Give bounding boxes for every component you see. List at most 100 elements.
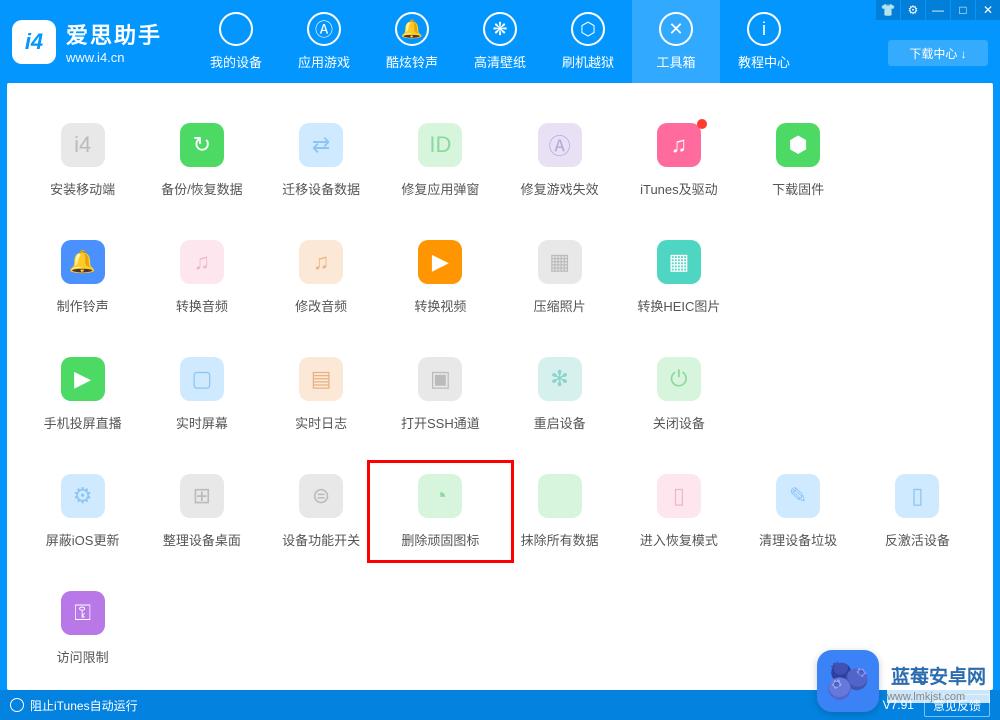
tool-删除顽固图标[interactable]: ◔ 删除顽固图标 <box>385 474 496 549</box>
nav-item-4[interactable]: ⬡刷机越狱 <box>544 0 632 83</box>
tool-制作铃声[interactable]: 🔔制作铃声 <box>27 240 138 315</box>
close-button[interactable]: ✕ <box>976 0 1000 20</box>
tool-icon: ◔ <box>418 474 462 518</box>
watermark-text: 蓝莓安卓网 <box>887 660 990 691</box>
nav-label: 教程中心 <box>738 52 790 71</box>
footer-left: 阻止iTunes自动运行 <box>10 697 138 714</box>
block-itunes-label[interactable]: 阻止iTunes自动运行 <box>30 697 138 714</box>
tool-icon: ↻ <box>180 123 224 167</box>
nav-icon: ✕ <box>659 12 693 46</box>
tool-进入恢复模式[interactable]: ▯ 进入恢复模式 <box>623 474 734 549</box>
header: i4 爱思助手 www.i4.cn 我的设备 Ⓐ应用游戏🔔酷炫铃声 ❋ 高清壁纸 ⬡刷机… <box>0 0 1000 83</box>
nav-item-5[interactable]: ✕ 工具箱 <box>632 0 720 83</box>
tool-设备功能开关[interactable]: ⊜设备功能开关 <box>266 474 377 549</box>
app-name: 爱思助手 <box>66 18 162 50</box>
tool-转换视频[interactable]: ▶转换视频 <box>385 240 496 315</box>
tool-grid: i4安装移动端 ↻ 备份/恢复数据 ⇄迁移设备数据ID修复应用弹窗Ⓐ修复游戏失效 ♫ iT… <box>27 123 973 666</box>
maximize-button[interactable]: □ <box>951 0 975 20</box>
nav-label: 我的设备 <box>210 52 262 71</box>
tool-安装移动端[interactable]: i4安装移动端 <box>27 123 138 198</box>
tool-icon: ▤ <box>299 357 343 401</box>
nav-label: 应用游戏 <box>298 52 350 71</box>
tool-icon: ⊞ <box>180 474 224 518</box>
tool-整理设备桌面[interactable]: ⊞ 整理设备桌面 <box>146 474 257 549</box>
tool-手机投屏直播[interactable]: ▶ 手机投屏直播 <box>27 357 138 432</box>
tool-label: 下载固件 <box>772 179 824 198</box>
tool-重启设备[interactable]: ✻重启设备 <box>504 357 615 432</box>
tool-抹除所有数据[interactable]: 抹除所有数据 <box>504 474 615 549</box>
download-center-button[interactable]: 下载中心 ↓ <box>888 40 988 66</box>
nav-icon: ❋ <box>483 12 517 46</box>
tool-label: iTunes及驱动 <box>640 179 718 198</box>
tool-访问限制[interactable]: ⚿ 访问限制 <box>27 591 138 666</box>
tool-屏蔽iOS更新[interactable]: ⚙屏蔽iOS更新 <box>27 474 138 549</box>
nav-icon: i <box>747 12 781 46</box>
tool-icon: ⇄ <box>299 123 343 167</box>
tool-关闭设备[interactable]: ⏻关闭设备 <box>623 357 734 432</box>
tool-icon: ♫ <box>657 123 701 167</box>
app-url: www.i4.cn <box>66 50 162 65</box>
tool-icon: ▯ <box>657 474 701 518</box>
logo-area: i4 爱思助手 www.i4.cn <box>12 18 162 65</box>
tool-label: 安装移动端 <box>50 179 115 198</box>
tool-label: 备份/恢复数据 <box>161 179 243 198</box>
shirt-icon[interactable]: 👕 <box>876 0 900 20</box>
tool-修改音频[interactable]: ♫ 修改音频 <box>266 240 377 315</box>
watermark-icon: 🫐 <box>817 650 879 712</box>
tool-label: 删除顽固图标 <box>401 530 479 549</box>
settings-icon[interactable]: ⚙ <box>901 0 925 20</box>
radio-icon[interactable] <box>10 698 24 712</box>
nav-label: 酷炫铃声 <box>386 52 438 71</box>
nav-label: 工具箱 <box>657 52 696 71</box>
logo-icon: i4 <box>12 20 56 64</box>
watermark-url: www.lmkjst.com <box>887 691 990 703</box>
tool-icon: ♫ <box>299 240 343 284</box>
tool-实时屏幕[interactable]: ▢实时屏幕 <box>146 357 257 432</box>
tool-icon: ⚿ <box>61 591 105 635</box>
tool-迁移设备数据[interactable]: ⇄迁移设备数据 <box>266 123 377 198</box>
tool-清理设备垃圾[interactable]: ✎清理设备垃圾 <box>743 474 854 549</box>
tool-反激活设备[interactable]: ▯ 反激活设备 <box>862 474 973 549</box>
tool-压缩照片[interactable]: ▦压缩照片 <box>504 240 615 315</box>
content-panel: i4安装移动端 ↻ 备份/恢复数据 ⇄迁移设备数据ID修复应用弹窗Ⓐ修复游戏失效 ♫ iT… <box>7 83 993 690</box>
minimize-button[interactable]: — <box>926 0 950 20</box>
tool-label: 转换音频 <box>176 296 228 315</box>
tool-实时日志[interactable]: ▤ 实时日志 <box>266 357 377 432</box>
tool-备份/恢复数据[interactable]: ↻ 备份/恢复数据 <box>146 123 257 198</box>
nav-item-1[interactable]: Ⓐ应用游戏 <box>280 0 368 83</box>
tool-icon: ✎ <box>776 474 820 518</box>
tool-label: 修改音频 <box>295 296 347 315</box>
notification-dot <box>697 119 707 129</box>
tool-label: 实时日志 <box>295 413 347 432</box>
tool-修复游戏失效[interactable]: Ⓐ修复游戏失效 <box>504 123 615 198</box>
nav-item-6[interactable]: i 教程中心 <box>720 0 808 83</box>
tool-label: 手机投屏直播 <box>44 413 122 432</box>
tool-修复应用弹窗[interactable]: ID修复应用弹窗 <box>385 123 496 198</box>
tool-下载固件[interactable]: ⬢下载固件 <box>743 123 854 198</box>
nav-label: 高清壁纸 <box>474 52 526 71</box>
tool-转换HEIC图片[interactable]: ▦转换HEIC图片 <box>623 240 734 315</box>
tool-label: 整理设备桌面 <box>163 530 241 549</box>
tool-label: 访问限制 <box>57 647 109 666</box>
tool-iTunes及驱动[interactable]: ♫ iTunes及驱动 <box>623 123 734 198</box>
nav-icon <box>219 12 253 46</box>
tool-icon: ▯ <box>895 474 939 518</box>
tool-icon: ▣ <box>418 357 462 401</box>
tool-label: 实时屏幕 <box>176 413 228 432</box>
nav-item-3[interactable]: ❋ 高清壁纸 <box>456 0 544 83</box>
tool-转换音频[interactable]: ♫转换音频 <box>146 240 257 315</box>
nav-item-0[interactable]: 我的设备 <box>192 0 280 83</box>
nav-item-2[interactable]: 🔔酷炫铃声 <box>368 0 456 83</box>
tool-label: 反激活设备 <box>885 530 950 549</box>
tool-icon: ⊜ <box>299 474 343 518</box>
nav-icon: ⬡ <box>571 12 605 46</box>
tool-label: 进入恢复模式 <box>640 530 718 549</box>
watermark: 🫐 蓝莓安卓网 www.lmkjst.com <box>817 650 990 712</box>
tool-icon: ▶ <box>61 357 105 401</box>
tool-icon: ID <box>418 123 462 167</box>
tool-label: 修复游戏失效 <box>521 179 599 198</box>
tool-label: 转换HEIC图片 <box>637 296 720 315</box>
tool-icon: ⚙ <box>61 474 105 518</box>
tool-打开SSH通道[interactable]: ▣打开SSH通道 <box>385 357 496 432</box>
main-nav: 我的设备 Ⓐ应用游戏🔔酷炫铃声 ❋ 高清壁纸 ⬡刷机越狱 ✕ 工具箱 i 教程中心 <box>192 0 808 83</box>
